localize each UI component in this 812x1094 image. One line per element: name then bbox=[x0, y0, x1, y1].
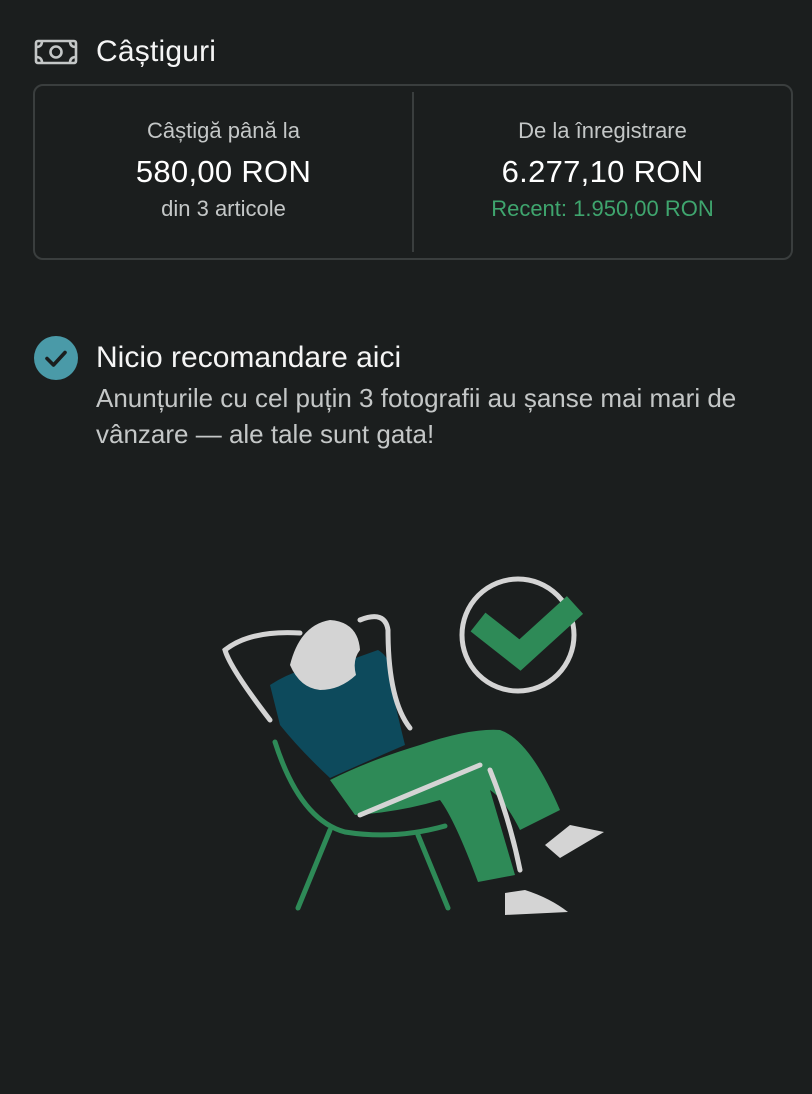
total-value: 6.277,10 RON bbox=[501, 154, 704, 189]
earnings-header: Câștiguri bbox=[34, 30, 216, 74]
potential-items: din 3 articole bbox=[161, 196, 286, 221]
potential-label: Câștigă până la bbox=[147, 118, 300, 143]
potential-earnings: Câștigă până la 580,00 RON din 3 articol… bbox=[35, 86, 412, 258]
recent-earnings: Recent: 1.950,00 RON bbox=[491, 196, 714, 221]
potential-value: 580,00 RON bbox=[135, 154, 312, 189]
earnings-card[interactable]: Câștigă până la 580,00 RON din 3 articol… bbox=[33, 84, 793, 260]
total-earnings: De la înregistrare 6.277,10 RON Recent: … bbox=[414, 86, 791, 258]
money-icon bbox=[34, 39, 78, 65]
earnings-title: Câștiguri bbox=[96, 35, 217, 68]
recommendation-title: Nicio recomandare aici bbox=[96, 341, 402, 374]
total-label: De la înregistrare bbox=[518, 118, 687, 143]
check-circle-icon bbox=[34, 336, 78, 380]
recommendation: Nicio recomandare aici Anunțurile cu cel… bbox=[34, 336, 796, 452]
check-badge-icon bbox=[459, 576, 584, 694]
relaxing-person-illustration bbox=[222, 576, 604, 915]
recommendation-description: Anunțurile cu cel puțin 3 fotografii au … bbox=[96, 383, 737, 449]
